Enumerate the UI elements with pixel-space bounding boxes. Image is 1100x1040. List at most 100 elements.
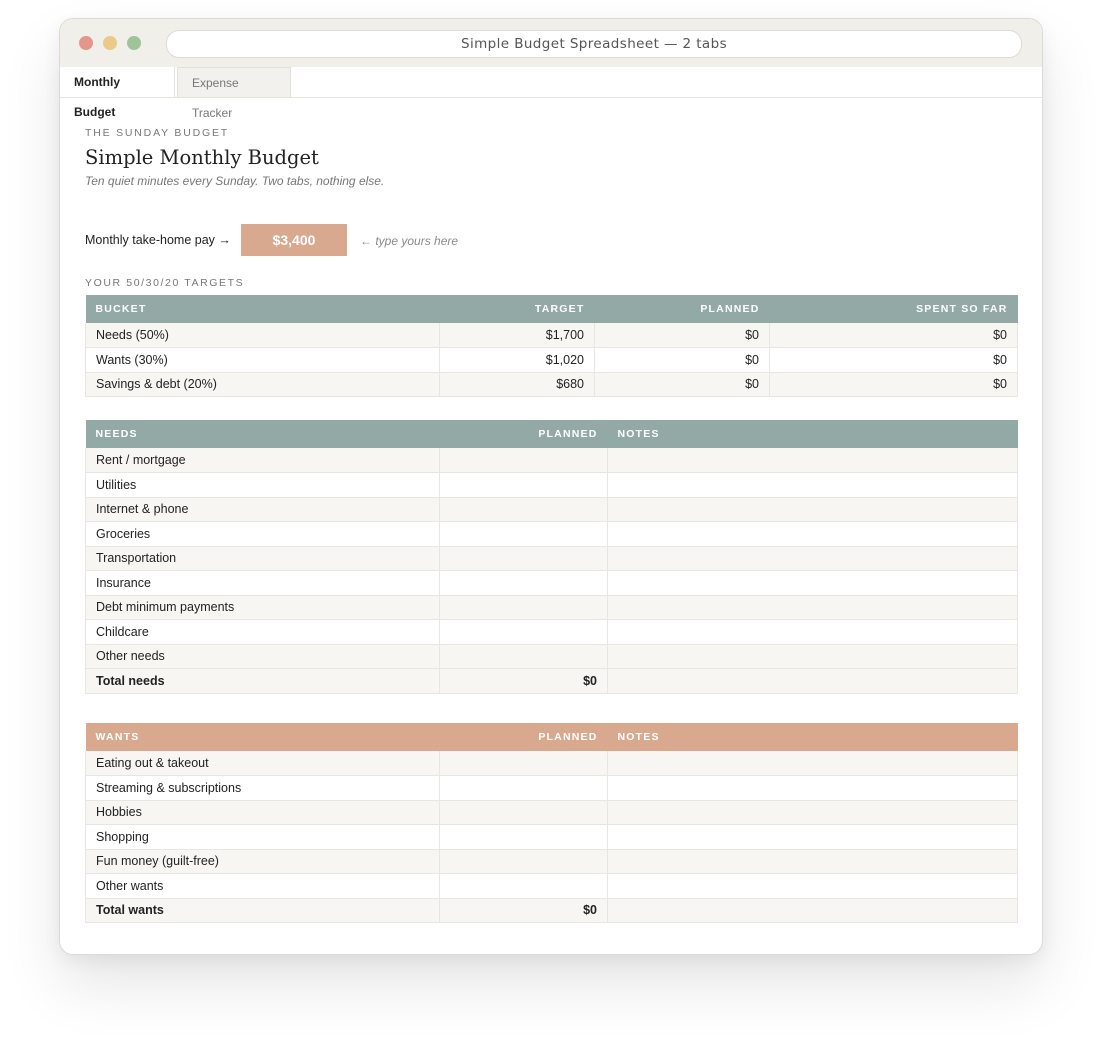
targets-header-planned: PLANNED (594, 295, 770, 323)
table-row: Streaming & subscriptions (85, 775, 1018, 801)
targets-header-target: TARGET (439, 295, 595, 323)
planned-cell[interactable] (439, 448, 608, 473)
notes-cell[interactable] (607, 898, 1018, 923)
notes-cell[interactable] (607, 873, 1018, 899)
take-home-pay-cell[interactable]: $3,400 (241, 224, 347, 256)
category-cell[interactable]: Groceries (85, 521, 440, 547)
notes-cell[interactable] (607, 619, 1018, 645)
category-cell[interactable]: Insurance (85, 570, 440, 596)
needs-total-row: Total needs $0 (85, 668, 1018, 694)
close-window-button[interactable] (79, 36, 93, 50)
notes-cell[interactable] (607, 448, 1018, 473)
table-row: Transportation (85, 546, 1018, 571)
notes-cell[interactable] (607, 824, 1018, 850)
minimize-window-button[interactable] (103, 36, 117, 50)
notes-cell[interactable] (607, 775, 1018, 801)
wants-header-category: WANTS (85, 723, 440, 751)
planned-cell[interactable] (439, 521, 608, 547)
category-cell[interactable]: Childcare (85, 619, 440, 645)
bucket-cell[interactable]: Needs (50%) (85, 323, 440, 348)
category-cell[interactable]: Transportation (85, 546, 440, 571)
planned-cell[interactable] (439, 644, 608, 669)
take-home-pay-label: Monthly take-home pay → (85, 233, 231, 247)
table-row: Childcare (85, 619, 1018, 645)
table-row: Utilities (85, 472, 1018, 498)
category-cell[interactable]: Rent / mortgage (85, 448, 440, 473)
category-cell[interactable]: Other needs (85, 644, 440, 669)
target-cell[interactable]: $680 (439, 372, 595, 397)
total-label: Total needs (85, 668, 440, 694)
total-value: $0 (439, 668, 608, 694)
table-row: Debt minimum payments (85, 595, 1018, 620)
table-row: Fun money (guilt-free) (85, 849, 1018, 874)
category-cell[interactable]: Debt minimum payments (85, 595, 440, 620)
notes-cell[interactable] (607, 800, 1018, 825)
take-home-pay-hint: ← type yours here (360, 234, 459, 248)
planned-cell[interactable] (439, 824, 608, 850)
table-row: Groceries (85, 521, 1018, 547)
wants-header-planned: PLANNED (439, 723, 608, 751)
notes-cell[interactable] (607, 595, 1018, 620)
notes-cell[interactable] (607, 497, 1018, 522)
title-bar: Simple Budget Spreadsheet — 2 tabs (60, 19, 1042, 67)
notes-cell[interactable] (607, 668, 1018, 694)
planned-cell[interactable] (439, 775, 608, 801)
target-cell[interactable]: $1,700 (439, 323, 595, 348)
tab-expense-tracker[interactable]: Expense Tracker (177, 67, 291, 120)
target-cell[interactable]: $1,020 (439, 347, 595, 373)
planned-cell[interactable] (439, 619, 608, 645)
app-window: Simple Budget Spreadsheet — 2 tabs Month… (59, 18, 1043, 955)
maximize-window-button[interactable] (127, 36, 141, 50)
planned-cell[interactable] (439, 800, 608, 825)
wants-table: WANTS PLANNED NOTES Eating out & takeout… (85, 723, 1018, 923)
category-cell[interactable]: Shopping (85, 824, 440, 850)
category-cell[interactable]: Utilities (85, 472, 440, 498)
spent-cell[interactable]: $0 (769, 323, 1018, 348)
table-row: Wants (30%) $1,020 $0 $0 (85, 347, 1018, 373)
category-cell[interactable]: Streaming & subscriptions (85, 775, 440, 801)
notes-cell[interactable] (607, 644, 1018, 669)
bucket-cell[interactable]: Wants (30%) (85, 347, 440, 373)
bucket-cell[interactable]: Savings & debt (20%) (85, 372, 440, 397)
planned-cell[interactable]: $0 (594, 347, 770, 373)
planned-cell[interactable]: $0 (594, 323, 770, 348)
table-row: Other needs (85, 644, 1018, 669)
planned-cell[interactable] (439, 873, 608, 899)
wants-header-notes: NOTES (607, 723, 1018, 751)
planned-cell[interactable] (439, 595, 608, 620)
notes-cell[interactable] (607, 521, 1018, 547)
page-title: Simple Monthly Budget (85, 146, 319, 169)
category-cell[interactable]: Eating out & takeout (85, 751, 440, 776)
table-row: Eating out & takeout (85, 751, 1018, 776)
planned-cell[interactable] (439, 472, 608, 498)
table-row: Internet & phone (85, 497, 1018, 522)
page-subtitle: Ten quiet minutes every Sunday. Two tabs… (85, 174, 385, 188)
notes-cell[interactable] (607, 570, 1018, 596)
notes-cell[interactable] (607, 751, 1018, 776)
planned-cell[interactable] (439, 497, 608, 522)
planned-cell[interactable]: $0 (594, 372, 770, 397)
notes-cell[interactable] (607, 546, 1018, 571)
category-cell[interactable]: Other wants (85, 873, 440, 899)
spent-cell[interactable]: $0 (769, 347, 1018, 373)
table-row: Insurance (85, 570, 1018, 596)
table-row: Hobbies (85, 800, 1018, 825)
table-row: Savings & debt (20%) $680 $0 $0 (85, 372, 1018, 397)
planned-cell[interactable] (439, 849, 608, 874)
needs-table: NEEDS PLANNED NOTES Rent / mortgage Util… (85, 420, 1018, 694)
needs-header-notes: NOTES (607, 420, 1018, 448)
category-cell[interactable]: Internet & phone (85, 497, 440, 522)
sheet-eyebrow: THE SUNDAY BUDGET (85, 127, 229, 139)
needs-header-planned: PLANNED (439, 420, 608, 448)
category-cell[interactable]: Fun money (guilt-free) (85, 849, 440, 874)
notes-cell[interactable] (607, 472, 1018, 498)
planned-cell[interactable] (439, 546, 608, 571)
planned-cell[interactable] (439, 751, 608, 776)
sheet-tabs: Monthly Budget Expense Tracker (60, 67, 1042, 120)
spent-cell[interactable]: $0 (769, 372, 1018, 397)
planned-cell[interactable] (439, 570, 608, 596)
category-cell[interactable]: Hobbies (85, 800, 440, 825)
table-row: Shopping (85, 824, 1018, 850)
tab-monthly-budget[interactable]: Monthly Budget (60, 67, 175, 119)
notes-cell[interactable] (607, 849, 1018, 874)
